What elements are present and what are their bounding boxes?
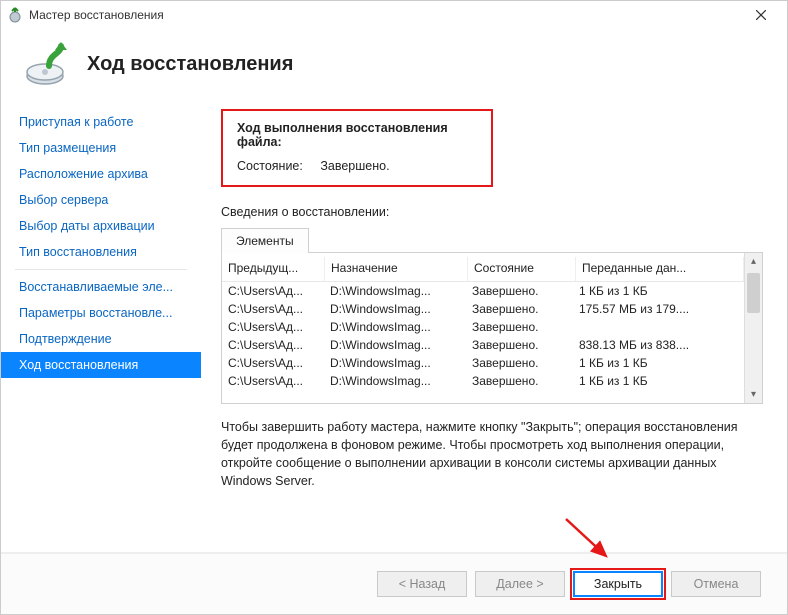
table-cell: D:\WindowsImag... <box>324 300 466 318</box>
table-cell: D:\WindowsImag... <box>324 372 466 390</box>
step-item: Ход восстановления <box>1 352 201 378</box>
table-cell <box>573 318 744 336</box>
step-item: Восстанавливаемые эле... <box>1 274 201 300</box>
column-header[interactable]: Состояние <box>468 257 576 281</box>
status-box: Ход выполнения восстановления файла: Сос… <box>221 109 493 187</box>
table-row[interactable]: C:\Users\Ад...D:\WindowsImag...Завершено… <box>222 336 744 354</box>
grid-header: Предыдущ...НазначениеСостояниеПереданные… <box>222 253 744 282</box>
wizard-window: Мастер восстановления Ход восстановления… <box>0 0 788 615</box>
step-item: Тип восстановления <box>1 239 201 265</box>
table-cell: C:\Users\Ад... <box>222 354 324 372</box>
step-separator <box>15 269 187 270</box>
scrollbar-vertical[interactable]: ▴ ▾ <box>744 253 762 403</box>
table-row[interactable]: C:\Users\Ад...D:\WindowsImag...Завершено… <box>222 372 744 390</box>
steps-sidebar: Приступая к работеТип размещенияРасполож… <box>1 99 201 552</box>
table-cell: D:\WindowsImag... <box>324 318 466 336</box>
header: Ход восстановления <box>1 29 787 99</box>
step-item: Тип размещения <box>1 135 201 161</box>
back-button: < Назад <box>377 571 467 597</box>
table-cell: C:\Users\Ад... <box>222 336 324 354</box>
table-cell: Завершено. <box>466 318 573 336</box>
scroll-thumb[interactable] <box>747 273 760 313</box>
scroll-up-arrow-icon[interactable]: ▴ <box>745 253 762 270</box>
table-row[interactable]: C:\Users\Ад...D:\WindowsImag...Завершено… <box>222 318 744 336</box>
restore-progress-icon <box>21 40 69 88</box>
page-title: Ход восстановления <box>87 53 293 76</box>
table-cell: 838.13 МБ из 838.... <box>573 336 744 354</box>
table-row[interactable]: C:\Users\Ад...D:\WindowsImag...Завершено… <box>222 300 744 318</box>
column-header[interactable]: Предыдущ... <box>222 257 325 281</box>
table-cell: D:\WindowsImag... <box>324 354 466 372</box>
table-cell: 1 КБ из 1 КБ <box>573 354 744 372</box>
scroll-down-arrow-icon[interactable]: ▾ <box>745 386 762 403</box>
step-item: Выбор сервера <box>1 187 201 213</box>
close-button[interactable]: Закрыть <box>573 571 663 597</box>
table-cell: Завершено. <box>466 282 573 300</box>
step-item: Приступая к работе <box>1 109 201 135</box>
table-cell: C:\Users\Ад... <box>222 282 324 300</box>
table-cell: Завершено. <box>466 300 573 318</box>
table-cell: C:\Users\Ад... <box>222 372 324 390</box>
body: Приступая к работеТип размещенияРасполож… <box>1 99 787 552</box>
titlebar: Мастер восстановления <box>1 1 787 29</box>
table-cell: Завершено. <box>466 336 573 354</box>
state-label: Состояние: <box>237 159 303 173</box>
table-row[interactable]: C:\Users\Ад...D:\WindowsImag...Завершено… <box>222 282 744 300</box>
table-cell: C:\Users\Ад... <box>222 318 324 336</box>
window-title: Мастер восстановления <box>29 8 741 22</box>
next-button: Далее > <box>475 571 565 597</box>
cancel-button: Отмена <box>671 571 761 597</box>
details-grid: Предыдущ...НазначениеСостояниеПереданные… <box>221 253 763 404</box>
table-cell: 175.57 МБ из 179.... <box>573 300 744 318</box>
state-value: Завершено. <box>320 159 389 173</box>
table-cell: Завершено. <box>466 372 573 390</box>
step-item: Подтверждение <box>1 326 201 352</box>
table-row[interactable]: C:\Users\Ад...D:\WindowsImag...Завершено… <box>222 354 744 372</box>
grid-body: C:\Users\Ад...D:\WindowsImag...Завершено… <box>222 282 744 403</box>
restore-wizard-icon <box>7 7 23 23</box>
hint-text: Чтобы завершить работу мастера, нажмите … <box>221 418 763 491</box>
step-item: Параметры восстановле... <box>1 300 201 326</box>
table-cell: 1 КБ из 1 КБ <box>573 372 744 390</box>
column-header[interactable]: Переданные дан... <box>576 257 744 281</box>
step-item: Расположение архива <box>1 161 201 187</box>
table-cell: C:\Users\Ад... <box>222 300 324 318</box>
details-label: Сведения о восстановлении: <box>221 205 763 219</box>
table-cell: Завершено. <box>466 354 573 372</box>
tab-elements[interactable]: Элементы <box>221 228 309 253</box>
progress-heading: Ход выполнения восстановления файла: <box>237 121 477 149</box>
table-cell: 1 КБ из 1 КБ <box>573 282 744 300</box>
column-header[interactable]: Назначение <box>325 257 468 281</box>
table-cell: D:\WindowsImag... <box>324 336 466 354</box>
tabstrip: Элементы <box>221 227 763 253</box>
main-content: Ход выполнения восстановления файла: Сос… <box>201 99 787 552</box>
footer: < Назад Далее > Закрыть Отмена <box>1 552 787 614</box>
step-item: Выбор даты архивации <box>1 213 201 239</box>
table-cell: D:\WindowsImag... <box>324 282 466 300</box>
close-window-button[interactable] <box>741 3 781 27</box>
